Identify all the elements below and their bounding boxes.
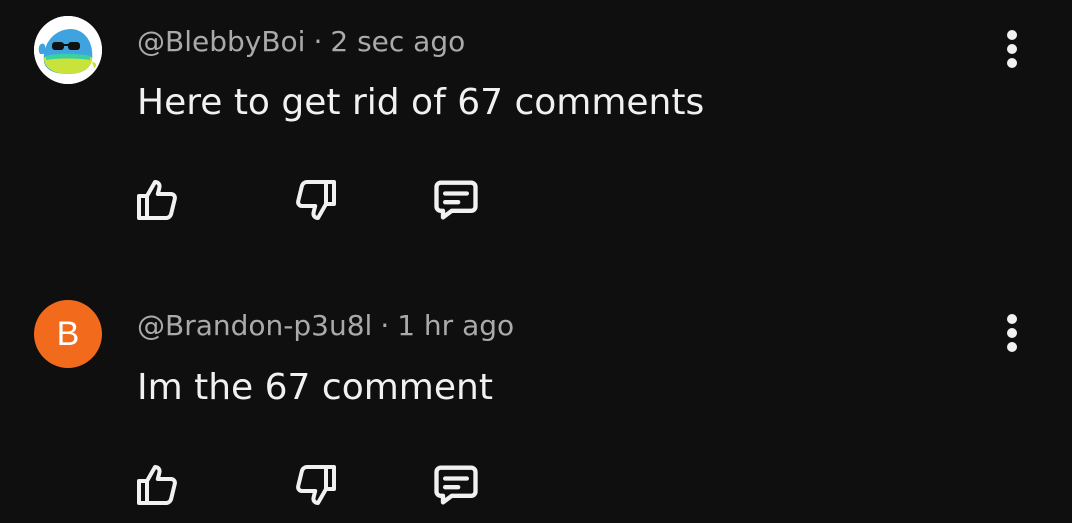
comment-item: @BlebbyBoi · 2 sec ago Here to get rid of … — [0, 0, 1072, 262]
thumbs-up-icon — [137, 180, 177, 220]
comment-time: 1 hr ago — [397, 309, 515, 342]
more-options-button[interactable] — [990, 303, 1034, 363]
comment-text: Here to get rid of 67 comments — [137, 82, 705, 123]
comment-actions — [0, 455, 600, 515]
like-button[interactable] — [127, 170, 187, 230]
comment-actions — [0, 170, 600, 230]
comment-text: Im the 67 comment — [137, 367, 493, 408]
meta-separator: · — [313, 25, 323, 58]
thumbs-down-icon — [296, 180, 336, 220]
reply-icon — [434, 465, 478, 505]
dislike-button[interactable] — [286, 170, 346, 230]
comment-time: 2 sec ago — [330, 25, 466, 58]
blob-with-sunglasses-avatar-icon — [34, 16, 102, 84]
dislike-button[interactable] — [286, 455, 346, 515]
more-vertical-icon — [1007, 314, 1017, 352]
more-options-button[interactable] — [990, 19, 1034, 79]
comment-author[interactable]: @BlebbyBoi — [137, 25, 305, 58]
reply-button[interactable] — [426, 455, 486, 515]
avatar-letter: B — [56, 315, 80, 353]
comment-meta: @BlebbyBoi · 2 sec ago — [137, 25, 465, 58]
thumbs-up-icon — [137, 465, 177, 505]
comment-item: B @Brandon-p3u8l · 1 hr ago Im the 67 comm… — [0, 282, 1072, 523]
avatar[interactable]: B — [34, 300, 102, 368]
meta-separator: · — [380, 309, 390, 342]
like-button[interactable] — [127, 455, 187, 515]
comment-meta: @Brandon-p3u8l · 1 hr ago — [137, 309, 514, 342]
reply-button[interactable] — [426, 170, 486, 230]
thumbs-down-icon — [296, 465, 336, 505]
comment-author[interactable]: @Brandon-p3u8l — [137, 309, 372, 342]
reply-icon — [434, 180, 478, 220]
more-vertical-icon — [1007, 30, 1017, 68]
avatar[interactable] — [34, 16, 102, 84]
